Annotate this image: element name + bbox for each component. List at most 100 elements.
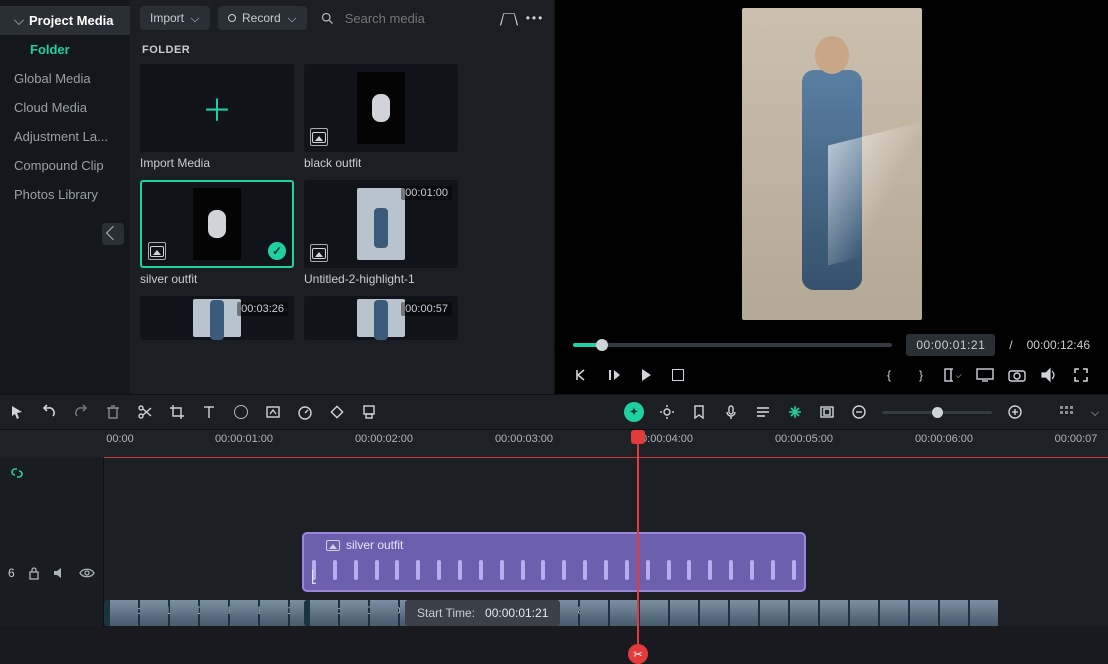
tile-clip-b[interactable]: 00:00:57 [304,296,458,340]
play-button[interactable] [637,366,655,384]
detach-audio-button[interactable] [264,403,282,421]
tag-button[interactable] [690,403,708,421]
filter-button[interactable] [500,9,518,27]
overlay-clip-silver-outfit[interactable]: silver outfit ⎣ [302,532,806,592]
stop-button[interactable] [669,366,687,384]
tile-clip-a[interactable]: 00:03:26 [140,296,294,340]
text-button[interactable] [200,403,218,421]
library-panel: Project Media Folder Global Media Cloud … [0,0,555,394]
plus-icon: ＋ [140,64,294,152]
track-headers: 6 [0,458,104,626]
preview-viewport[interactable] [555,0,1108,328]
fullscreen-button[interactable] [1072,366,1090,384]
chevron-down-icon [191,14,199,22]
crop-button[interactable] [168,403,186,421]
play-icon [642,369,651,381]
playhead[interactable]: ✂ [637,432,639,656]
circle-icon [234,405,248,419]
keyframe-button[interactable] [328,403,346,421]
record-button[interactable]: Record [218,6,307,30]
zoom-in-button[interactable] [1006,403,1024,421]
zoom-slider[interactable] [882,411,992,414]
mute-track-button[interactable] [53,564,67,582]
time-separator: / [1009,338,1012,352]
link-tracks-button[interactable] [8,464,26,482]
search-input[interactable] [345,11,465,26]
playhead-grip[interactable] [631,430,645,444]
sidebar-global-media[interactable]: Global Media [0,64,130,93]
preview-scrubber[interactable] [573,343,892,347]
chevron-down-icon [287,14,295,22]
redo-button[interactable] [72,403,90,421]
sidebar-adjustment-layer[interactable]: Adjustment La... [0,122,130,151]
sidebar-folder[interactable]: Folder [0,35,130,64]
more-button[interactable] [526,9,544,27]
record-icon [228,14,236,22]
display-button[interactable] [976,366,994,384]
undo-button[interactable] [40,403,58,421]
sidebar-project-label: Project Media [29,13,114,28]
media-grid: ＋ Import Media black outfit ✓ silver out… [140,64,544,346]
prev-frame-button[interactable] [573,366,591,384]
split-button[interactable] [136,403,154,421]
preview-frame [742,8,922,320]
tile-untitled[interactable]: 00:01:00 Untitled-2-highlight-1 [304,180,458,286]
tile-black-outfit[interactable]: black outfit [304,64,458,170]
zoom-out-button[interactable] [850,403,868,421]
marker-button[interactable] [360,403,378,421]
render-button[interactable] [786,403,804,421]
voice-button[interactable] [722,403,740,421]
funnel-icon [500,13,518,25]
delete-button[interactable] [104,403,122,421]
auto-reframe-button[interactable] [818,403,836,421]
folder-heading: FOLDER [142,44,544,56]
image-icon [326,540,340,551]
mark-in-button[interactable]: { [880,366,898,384]
chevron-down-icon [956,372,962,378]
sidebar-cloud-media[interactable]: Cloud Media [0,93,130,122]
speed-button[interactable] [296,403,314,421]
search[interactable] [319,9,465,27]
marker-icon: ⎣ [311,570,317,584]
start-time-value: 00:00:01:21 [485,606,548,620]
image-icon [310,128,328,146]
timeline-ruler[interactable]: 00:00 00:00:01:00 00:00:02:00 00:00:03:0… [0,430,1108,458]
playhead-split-button[interactable]: ✂ [628,644,648,664]
media-pane: Import Record [130,0,554,394]
chevron-down-icon [14,15,24,25]
effects-button[interactable] [658,403,676,421]
aspect-button[interactable] [944,366,962,384]
video-clip-a[interactable]: copy_1105E7D4-E6F8-4BB6-821 [104,600,304,626]
timeline-toolbar: ✦ [0,394,1108,430]
list-button[interactable] [754,403,772,421]
tile-silver-outfit[interactable]: ✓ silver outfit [140,180,294,286]
timeline-tracks[interactable]: 6 silver outfit ⎣ copy_1105E7D4 [0,458,1108,626]
video-icon [310,244,328,262]
clip-waveform [312,560,796,580]
ai-tools-button[interactable]: ✦ [624,402,644,422]
pointer-tool[interactable] [8,403,26,421]
collapse-sidebar-button[interactable] [102,223,124,245]
media-sidebar: Project Media Folder Global Media Cloud … [0,0,130,394]
tile-import[interactable]: ＋ Import Media [140,64,294,170]
color-button[interactable] [232,403,250,421]
snapshot-button[interactable] [1008,366,1026,384]
view-options-button[interactable] [1058,403,1076,421]
sidebar-photos-library[interactable]: Photos Library [0,180,130,209]
play-pause-button[interactable] [605,366,623,384]
lock-track-button[interactable] [27,564,41,582]
preview-total-time: 00:00:12:46 [1027,338,1090,352]
mute-button[interactable] [1040,366,1058,384]
start-time-popup: Start Time: 00:00:01:21 [405,600,560,626]
start-time-label: Start Time: [417,606,475,620]
mark-out-button[interactable]: } [912,366,930,384]
image-icon [148,242,166,260]
sidebar-compound-clip[interactable]: Compound Clip [0,151,130,180]
check-icon: ✓ [268,242,286,260]
preview-panel: 00:00:01:21 / 00:00:12:46 { } [555,0,1108,394]
import-button[interactable]: Import [140,6,210,30]
chevron-down-icon[interactable] [1091,408,1099,416]
search-icon [319,9,337,27]
hide-track-button[interactable] [79,564,95,582]
sidebar-project-media[interactable]: Project Media [0,6,130,35]
